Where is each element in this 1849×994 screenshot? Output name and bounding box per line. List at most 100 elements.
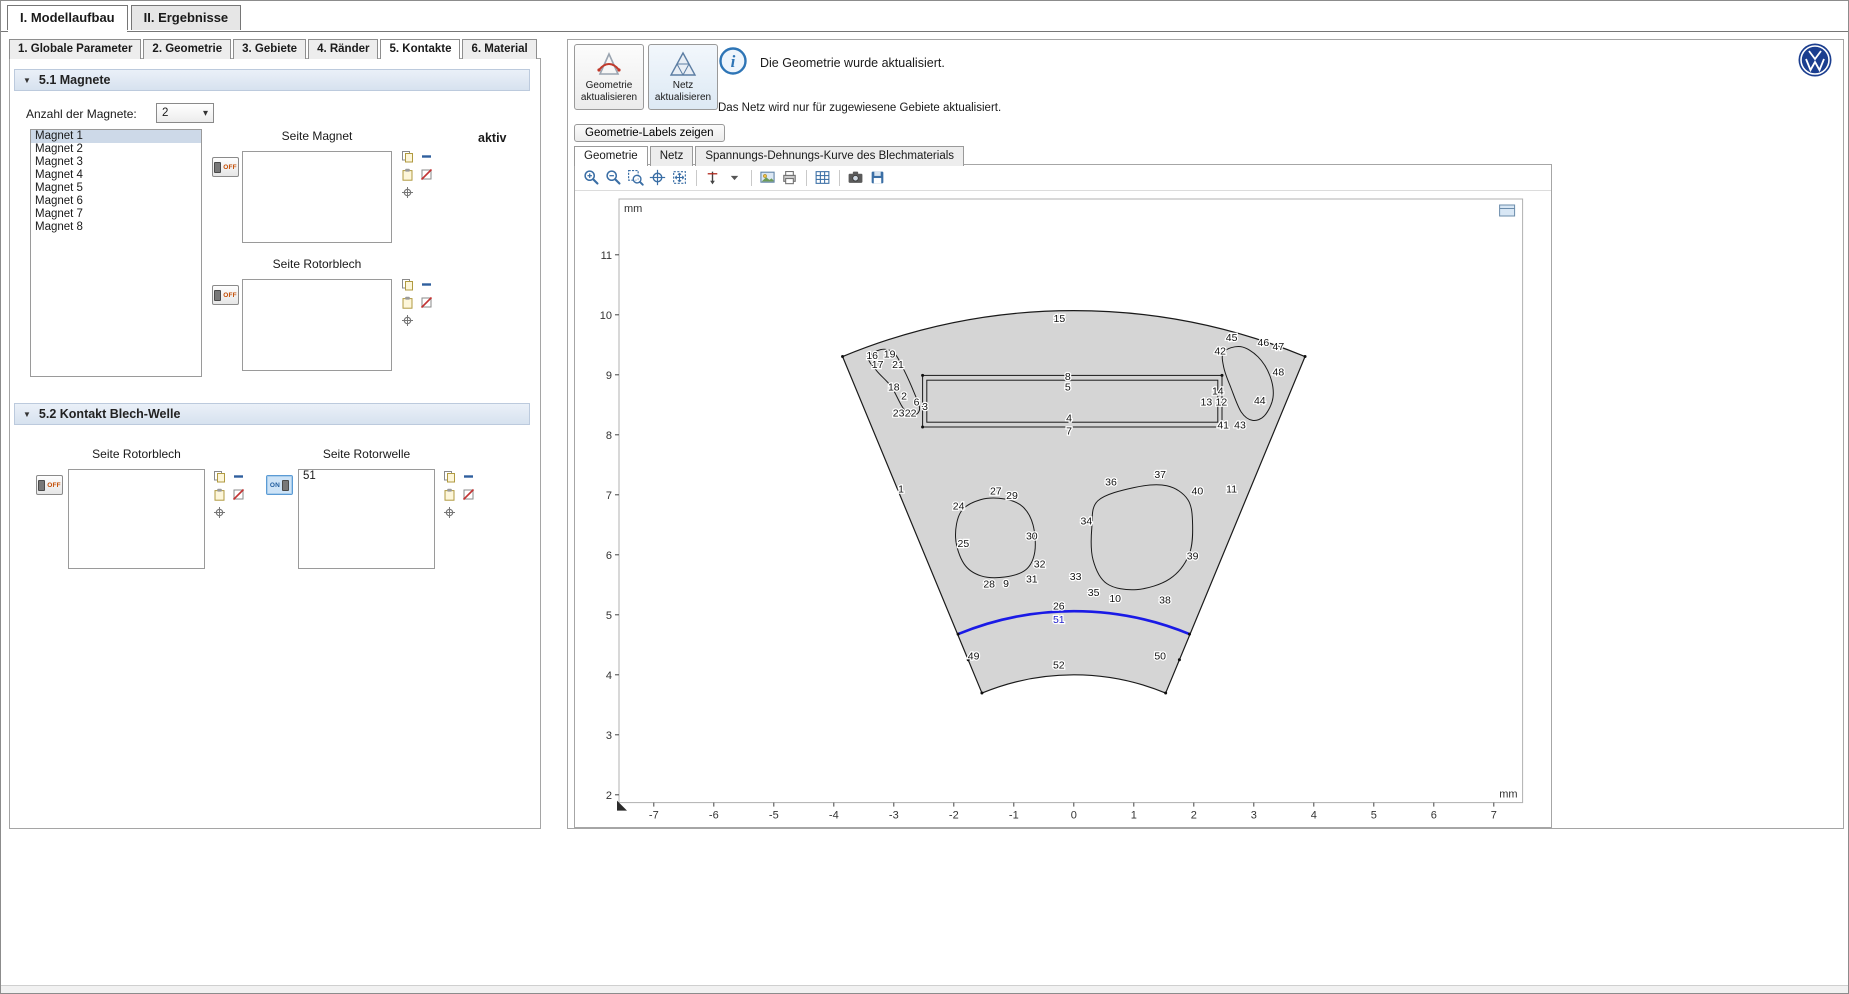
window-tab-2[interactable]: II. Ergebnisse bbox=[131, 5, 242, 30]
magnet-list-item[interactable]: Magnet 5 bbox=[31, 182, 201, 195]
model-tab-2[interactable]: 2. Geometrie bbox=[143, 39, 231, 59]
toggle-knob bbox=[214, 290, 221, 301]
clear-icon[interactable] bbox=[419, 295, 434, 310]
magnet-count-select[interactable]: 2 bbox=[156, 103, 214, 123]
aktiv-label: aktiv bbox=[478, 131, 507, 145]
geometry-vertex-dot bbox=[921, 374, 924, 377]
clear-icon[interactable] bbox=[231, 487, 246, 502]
section-header-kontakt[interactable]: 5.2 Kontakt Blech-Welle bbox=[14, 403, 530, 425]
magnet-list-item[interactable]: Magnet 6 bbox=[31, 195, 201, 208]
model-tab-6[interactable]: 6. Material bbox=[462, 39, 536, 59]
x-tick-label: -6 bbox=[709, 810, 719, 822]
zoom-extents-icon[interactable] bbox=[647, 168, 667, 188]
magnet-list-item[interactable]: Magnet 4 bbox=[31, 169, 201, 182]
save-icon[interactable] bbox=[867, 168, 887, 188]
geometry-vertex-dot bbox=[1164, 692, 1167, 695]
seite-rotorblech-toggle[interactable]: OFF bbox=[212, 285, 239, 305]
graphics-panel: Geometrie aktualisieren Netz aktualisier… bbox=[567, 39, 1844, 829]
remove-icon[interactable] bbox=[419, 149, 434, 164]
graphics-tab-1[interactable]: Geometrie bbox=[574, 146, 648, 166]
geometrie-aktualisieren-button[interactable]: Geometrie aktualisieren bbox=[574, 44, 644, 110]
geometry-entity-label: 17 bbox=[872, 359, 884, 371]
geometry-entity-label: 4 bbox=[1066, 413, 1072, 425]
geometry-entity-label: 49 bbox=[968, 651, 980, 663]
kontakt-rotorwelle-selection-list[interactable]: 51 bbox=[298, 469, 435, 569]
toolbar-separator bbox=[751, 170, 752, 186]
view-orientation-icon[interactable] bbox=[702, 168, 722, 188]
clear-icon[interactable] bbox=[419, 167, 434, 182]
copy-icon[interactable] bbox=[400, 149, 415, 164]
magnet-list-item[interactable]: Magnet 1 bbox=[31, 130, 201, 143]
grid-table-icon[interactable] bbox=[812, 168, 832, 188]
geometrie-labels-button[interactable]: Geometrie-Labels zeigen bbox=[574, 124, 725, 142]
kontakt-rotorblech-toggle[interactable]: OFF bbox=[36, 475, 63, 495]
x-tick-label: -2 bbox=[949, 810, 959, 822]
zoom-selection-icon[interactable] bbox=[400, 313, 415, 328]
model-tab-1[interactable]: 1. Globale Parameter bbox=[9, 39, 141, 59]
graphics-tab-2[interactable]: Netz bbox=[650, 146, 694, 166]
seite-magnet-selection-list[interactable] bbox=[242, 151, 392, 243]
copy-icon[interactable] bbox=[212, 469, 227, 484]
plot-container[interactable]: -7-6-5-4-3-2-101234567234567891011mmmm15… bbox=[575, 191, 1551, 834]
geometry-entity-label: 6 bbox=[914, 396, 920, 408]
fit-view-icon[interactable] bbox=[669, 168, 689, 188]
magnet-list-item[interactable]: Magnet 8 bbox=[31, 221, 201, 234]
print-icon[interactable] bbox=[779, 168, 799, 188]
copy-icon[interactable] bbox=[400, 277, 415, 292]
zoom-in-icon[interactable] bbox=[581, 168, 601, 188]
remove-icon[interactable] bbox=[461, 469, 476, 484]
clear-icon[interactable] bbox=[461, 487, 476, 502]
geometry-entity-label: 33 bbox=[1070, 571, 1082, 583]
geometry-entity-label: 44 bbox=[1254, 395, 1266, 407]
graphics-area: -7-6-5-4-3-2-101234567234567891011mmmm15… bbox=[574, 164, 1552, 828]
zoom-selection-icon[interactable] bbox=[212, 505, 227, 520]
zoom-out-icon[interactable] bbox=[603, 168, 623, 188]
graphics-tab-3[interactable]: Spannungs-Dehnungs-Kurve des Blechmateri… bbox=[695, 146, 964, 166]
geometry-vertex-dot bbox=[1221, 374, 1224, 377]
info-message-primary: Die Geometrie wurde aktualisiert. bbox=[760, 56, 945, 70]
zoom-box-icon[interactable] bbox=[625, 168, 645, 188]
geometry-entity-label: 36 bbox=[1105, 477, 1117, 489]
geometry-entity-label: 5 bbox=[1065, 381, 1071, 393]
magnet-list-item[interactable]: Magnet 3 bbox=[31, 156, 201, 169]
remove-icon[interactable] bbox=[419, 277, 434, 292]
magnet-list-item[interactable]: Magnet 2 bbox=[31, 143, 201, 156]
geometry-entity-label: 10 bbox=[1109, 593, 1121, 605]
model-tab-5[interactable]: 5. Kontakte bbox=[380, 39, 460, 59]
netz-aktualisieren-button[interactable]: Netz aktualisieren bbox=[648, 44, 718, 110]
x-tick-label: -7 bbox=[649, 810, 659, 822]
seite-magnet-toggle[interactable]: OFF bbox=[212, 157, 239, 177]
caret-down-icon[interactable] bbox=[724, 168, 744, 188]
kontakt-rotorblech-selection-list[interactable] bbox=[68, 469, 205, 569]
section-header-magnete[interactable]: 5.1 Magnete bbox=[14, 69, 530, 91]
geometry-entity-label: 42 bbox=[1214, 345, 1226, 357]
geometry-plot[interactable]: -7-6-5-4-3-2-101234567234567891011mmmm15… bbox=[575, 191, 1535, 829]
model-tab-4[interactable]: 4. Ränder bbox=[308, 39, 378, 59]
kontakt-rotorwelle-toggle[interactable]: ON bbox=[266, 475, 293, 495]
camera-icon[interactable] bbox=[845, 168, 865, 188]
geometry-entity-label: 2 bbox=[901, 390, 907, 402]
zoom-selection-icon[interactable] bbox=[442, 505, 457, 520]
seite-rotorblech-selection-list[interactable] bbox=[242, 279, 392, 371]
kontakt-rotorblech-selection-tools bbox=[212, 469, 250, 520]
geometry-entity-label: 30 bbox=[1026, 531, 1038, 543]
export-image-icon[interactable] bbox=[757, 168, 777, 188]
paste-icon[interactable] bbox=[442, 487, 457, 502]
window-tab-1[interactable]: I. Modellaufbau bbox=[7, 5, 128, 30]
group-title-kontakt-rotorblech: Seite Rotorblech bbox=[68, 447, 205, 461]
model-tab-3[interactable]: 3. Gebiete bbox=[233, 39, 306, 59]
section-title-magnete: 5.1 Magnete bbox=[39, 73, 111, 87]
geometry-entity-label: 18 bbox=[888, 381, 900, 393]
toggle-state-label: OFF bbox=[223, 164, 237, 171]
paste-icon[interactable] bbox=[212, 487, 227, 502]
geometry-entity-label: 37 bbox=[1154, 469, 1166, 481]
paste-icon[interactable] bbox=[400, 295, 415, 310]
remove-icon[interactable] bbox=[231, 469, 246, 484]
selection-list-item[interactable]: 51 bbox=[299, 470, 434, 483]
toggle-state-label: OFF bbox=[47, 482, 61, 489]
plot-window-icon[interactable] bbox=[1500, 205, 1515, 216]
magnet-list-item[interactable]: Magnet 7 bbox=[31, 208, 201, 221]
paste-icon[interactable] bbox=[400, 167, 415, 182]
zoom-selection-icon[interactable] bbox=[400, 185, 415, 200]
copy-icon[interactable] bbox=[442, 469, 457, 484]
